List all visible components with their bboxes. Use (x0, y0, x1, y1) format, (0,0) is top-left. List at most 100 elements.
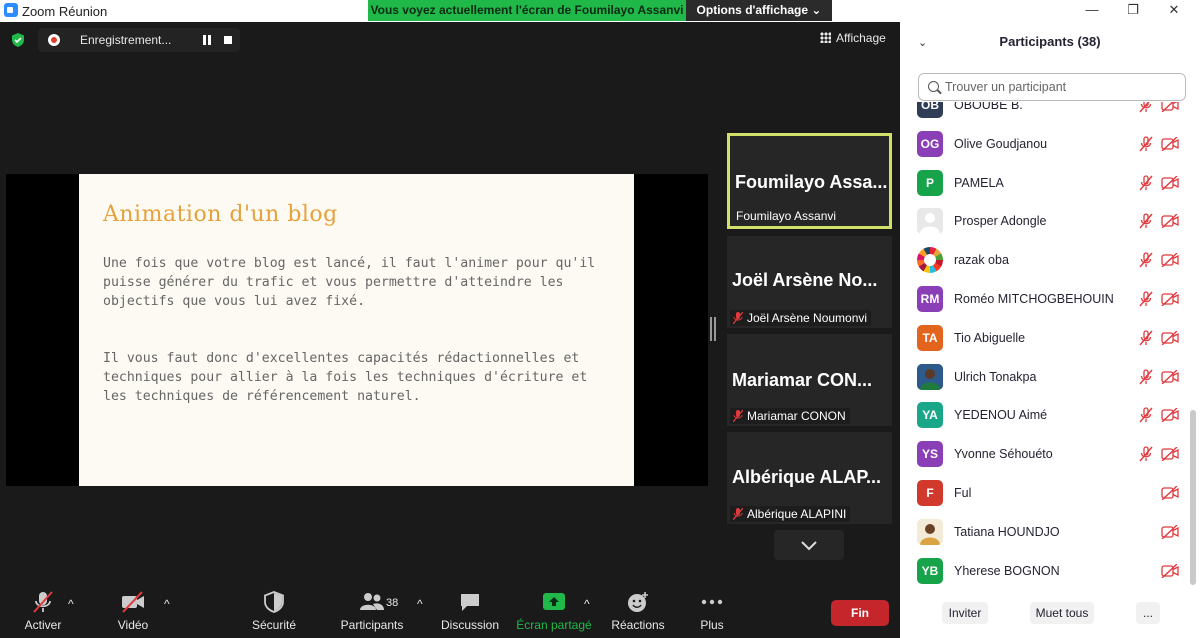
video-off-icon (1161, 485, 1179, 501)
tile-name-text: Albérique ALAPINI (747, 507, 847, 521)
screen-share-banner: Vous voyez actuellement l'écran de Foumi… (368, 0, 686, 21)
slide-paragraph-1: Une fois que votre blog est lancé, il fa… (103, 256, 596, 309)
participant-name: razak oba (954, 253, 1009, 268)
participant-row[interactable]: Tatiana HOUNDJO (900, 513, 1190, 552)
participants-count: 38 (386, 597, 399, 609)
tile-display-name: Mariamar CON... (732, 370, 873, 390)
participant-row[interactable]: OB OBOUBE B. (900, 102, 1190, 125)
record-icon (48, 34, 60, 46)
recording-indicator: Enregistrement... (38, 28, 240, 52)
participant-name: YEDENOU Aimé (954, 408, 1048, 423)
mute-all-button[interactable]: Muet tous (1030, 602, 1094, 624)
audio-button[interactable]: Activer (18, 590, 68, 632)
participant-row[interactable]: Prosper Adongle (900, 202, 1190, 241)
participant-row[interactable]: razak oba (900, 241, 1190, 280)
participant-row[interactable]: TA Tio Abiguelle (900, 319, 1190, 358)
participant-list-scrollbar[interactable] (1190, 410, 1196, 585)
security-button[interactable]: Sécurité (248, 590, 300, 632)
view-options-button[interactable]: Options d'affichage ⌄ (686, 0, 832, 21)
participant-row[interactable]: YB Yherese BOGNON (900, 552, 1190, 588)
participant-name: Yherese BOGNON (954, 563, 1060, 578)
tile-display-name: Albérique ALAP... (732, 467, 882, 487)
muted-mic-icon (733, 410, 743, 422)
avatar (917, 518, 943, 545)
participant-row[interactable]: RM Roméo MITCHOGBEHOUIN (900, 280, 1190, 319)
tile-name-text: Joël Arsène Noumonvi (747, 311, 868, 325)
participant-name: Roméo MITCHOGBEHOUIN (954, 292, 1114, 306)
video-options-caret[interactable]: ^ (164, 597, 170, 611)
shared-screen: Animation d'un blog Une fois que votre b… (6, 174, 708, 486)
resize-handle[interactable] (710, 317, 716, 341)
muted-mic-icon (33, 591, 53, 613)
restore-icon[interactable]: ❐ (1123, 2, 1143, 18)
tiles-scroll-down-button[interactable] (774, 530, 844, 560)
participants-icon (360, 593, 384, 610)
video-off-icon (1161, 136, 1179, 152)
smiley-icon (628, 592, 648, 612)
avatar: P (917, 169, 943, 196)
muted-mic-icon (1138, 291, 1154, 307)
tile-name-label: Joël Arsène Noumonvi (730, 310, 872, 326)
participants-panel-title: Participants (38) (999, 34, 1101, 49)
reactions-button[interactable]: Réactions (610, 590, 666, 632)
search-icon (928, 81, 939, 92)
participant-row[interactable]: OG Olive Goudjanou (900, 125, 1190, 164)
share-options-caret[interactable]: ^ (584, 597, 590, 611)
participant-search-field[interactable] (918, 73, 1186, 101)
chat-button[interactable]: Discussion (440, 590, 500, 632)
muted-mic-icon (1138, 174, 1154, 191)
participant-name: Tatiana HOUNDJO (954, 524, 1060, 539)
share-screen-button[interactable]: Écran partagé (515, 590, 593, 632)
video-off-icon (1161, 213, 1179, 229)
video-off-icon (1161, 175, 1179, 191)
participant-list: OB OBOUBE B. OG Olive Goudjanou P PAMELA Prosp… (900, 102, 1200, 588)
video-tile[interactable]: Albérique ALAP... Albérique ALAPINI (727, 432, 892, 524)
participant-row[interactable]: F Ful (900, 474, 1190, 513)
participant-name: Ulrich Tonakpa (954, 369, 1037, 384)
muted-mic-icon (1138, 446, 1154, 462)
view-menu-button[interactable]: Affichage (820, 31, 886, 45)
video-tile[interactable]: Foumilayo Assa... Foumilayo Assanvi (727, 133, 892, 229)
muted-mic-icon (733, 312, 743, 324)
share-screen-label: Écran partagé (516, 618, 592, 632)
avatar: F (917, 480, 943, 506)
video-off-icon (1161, 252, 1179, 268)
video-tile[interactable]: Joël Arsène No... Joël Arsène Noumonvi (727, 236, 892, 328)
participant-name: OBOUBE B. (954, 102, 1023, 112)
window-controls: — ❐ ✕ (900, 0, 1200, 22)
more-button[interactable]: Plus (692, 590, 732, 632)
invite-button[interactable]: Inviter (942, 602, 988, 624)
video-tile[interactable]: Mariamar CON... Mariamar CONON (727, 334, 892, 426)
slide-title: Animation d'un blog (103, 202, 338, 227)
video-button[interactable]: Vidéo (108, 590, 158, 632)
close-icon[interactable]: ✕ (1164, 2, 1184, 18)
video-off-icon (1161, 563, 1179, 579)
muted-mic-icon (1138, 368, 1154, 385)
video-off-icon (1161, 369, 1179, 385)
stop-recording-icon[interactable] (224, 36, 232, 44)
participant-row[interactable]: Ulrich Tonakpa (900, 358, 1190, 397)
slide-paragraph-2: Il vous faut donc d'excellentes capacité… (103, 351, 588, 404)
pause-recording-icon[interactable] (202, 35, 212, 45)
tile-display-name: Foumilayo Assa... (735, 172, 888, 192)
muted-mic-icon (1138, 407, 1154, 423)
minimize-icon[interactable]: — (1082, 2, 1102, 17)
end-meeting-button[interactable]: Fin (831, 600, 889, 626)
participant-search-input[interactable] (945, 78, 1180, 96)
participant-row[interactable]: P PAMELA (900, 164, 1190, 203)
video-off-icon (1161, 102, 1179, 113)
participant-row[interactable]: YA YEDENOU Aimé (900, 396, 1190, 435)
view-menu-label: Affichage (836, 31, 886, 45)
tile-name-label: Foumilayo Assanvi (736, 209, 837, 223)
video-off-icon (1161, 446, 1179, 462)
video-label: Vidéo (117, 618, 149, 632)
zoom-app-icon (4, 3, 18, 17)
avatar: YA (917, 402, 943, 429)
participant-row[interactable]: YS Yvonne Séhouéto (900, 435, 1190, 474)
more-options-button[interactable]: ... (1136, 602, 1160, 624)
audio-options-caret[interactable]: ^ (68, 597, 74, 611)
avatar: YS (917, 441, 943, 468)
participants-options-caret[interactable]: ^ (417, 597, 423, 611)
presentation-slide: Animation d'un blog Une fois que votre b… (79, 174, 634, 486)
security-shield-icon[interactable] (10, 32, 26, 48)
